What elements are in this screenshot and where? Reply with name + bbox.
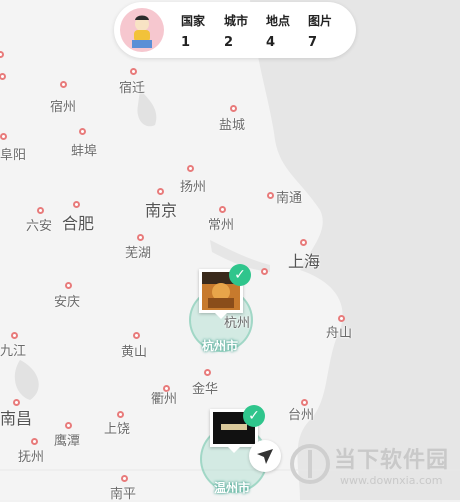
city-dot bbox=[203, 368, 211, 376]
stat-cities: 城市 2 bbox=[224, 14, 249, 50]
city-label-fuzhou: 抚州 bbox=[18, 450, 45, 465]
city-dot bbox=[120, 474, 128, 482]
cluster-label-wenzhou: 温州市 bbox=[214, 481, 251, 495]
city-label-fuyang: 阜阳 bbox=[0, 148, 27, 163]
city-label-zhoushan: 舟山 bbox=[326, 326, 353, 341]
city-label-bengbu: 蚌埠 bbox=[71, 144, 98, 159]
city-dot bbox=[0, 72, 6, 80]
map-canvas[interactable]: 宿迁 宿州 盐城 蚌埠 阜阳 扬州 南通 南京 常州 六安 合肥 芜湖 上海 安… bbox=[0, 0, 460, 502]
watermark: 当下软件园 www.downxia.com bbox=[288, 438, 458, 494]
city-label-yingtan: 鹰潭 bbox=[54, 434, 81, 449]
city-label-taizhou: 台州 bbox=[288, 408, 315, 423]
city-label-changzhou: 常州 bbox=[208, 218, 235, 233]
city-dot bbox=[64, 421, 72, 429]
city-label-huangshan: 黄山 bbox=[121, 345, 148, 360]
city-label-wuhu: 芜湖 bbox=[125, 246, 152, 261]
city-label-nanchang: 南昌 bbox=[0, 409, 33, 428]
navigation-arrow-icon bbox=[257, 449, 273, 464]
watermark-text: 当下软件园 bbox=[334, 448, 450, 473]
avatar-illustration bbox=[132, 15, 152, 48]
city-dot bbox=[0, 132, 7, 140]
selected-check-icon: ✓ bbox=[243, 405, 265, 427]
city-dot bbox=[64, 281, 72, 289]
city-dot bbox=[36, 206, 44, 214]
city-label-nanjing: 南京 bbox=[145, 201, 178, 220]
city-dot bbox=[59, 80, 67, 88]
city-dot bbox=[260, 267, 268, 275]
city-label-hangzhou: 杭州 bbox=[224, 316, 251, 331]
stat-photos: 图片 7 bbox=[308, 14, 333, 50]
stats-card: 国家 1 城市 2 地点 4 图片 7 bbox=[114, 2, 356, 58]
city-dot bbox=[129, 67, 137, 75]
stat-countries: 国家 1 bbox=[181, 14, 206, 50]
city-dot bbox=[116, 410, 124, 418]
city-dot bbox=[337, 314, 345, 322]
avatar[interactable] bbox=[120, 8, 164, 52]
stat-places: 地点 4 bbox=[266, 14, 291, 50]
city-label-shanghai: 上海 bbox=[288, 252, 321, 271]
city-label-anqing: 安庆 bbox=[54, 295, 81, 310]
city-dot bbox=[229, 104, 237, 112]
city-label-liuan: 六安 bbox=[26, 219, 53, 234]
city-label-yancheng: 盐城 bbox=[219, 118, 246, 133]
city-label-yangzhou: 扬州 bbox=[180, 180, 207, 195]
city-label-quzhou: 衢州 bbox=[151, 392, 178, 407]
city-label-suqian: 宿迁 bbox=[119, 81, 146, 96]
watermark-logo-icon bbox=[290, 444, 330, 484]
city-dot bbox=[0, 50, 4, 58]
city-label-shangrao: 上饶 bbox=[104, 422, 131, 437]
city-label-jinhua: 金华 bbox=[192, 382, 219, 397]
city-label-nanping: 南平 bbox=[110, 487, 137, 502]
city-dot bbox=[10, 331, 18, 339]
selected-check-icon: ✓ bbox=[229, 264, 251, 286]
cluster-label-hangzhou: 杭州市 bbox=[202, 339, 239, 353]
city-label-hefei: 合肥 bbox=[62, 214, 95, 233]
city-label-nantong: 南通 bbox=[276, 191, 303, 206]
city-dot bbox=[72, 200, 80, 208]
city-dot bbox=[78, 127, 86, 135]
city-dot bbox=[30, 437, 38, 445]
location-button[interactable] bbox=[249, 440, 281, 472]
city-dot bbox=[266, 191, 274, 199]
city-dot bbox=[218, 205, 226, 213]
city-label-suzhou: 宿州 bbox=[50, 100, 77, 115]
city-dot bbox=[299, 238, 307, 246]
city-dot bbox=[156, 187, 164, 195]
watermark-url: www.downxia.com bbox=[340, 474, 443, 487]
city-dot bbox=[186, 164, 194, 172]
city-dot bbox=[136, 233, 144, 241]
city-label-jiujiang: 九江 bbox=[0, 344, 27, 359]
city-dot bbox=[132, 331, 140, 339]
